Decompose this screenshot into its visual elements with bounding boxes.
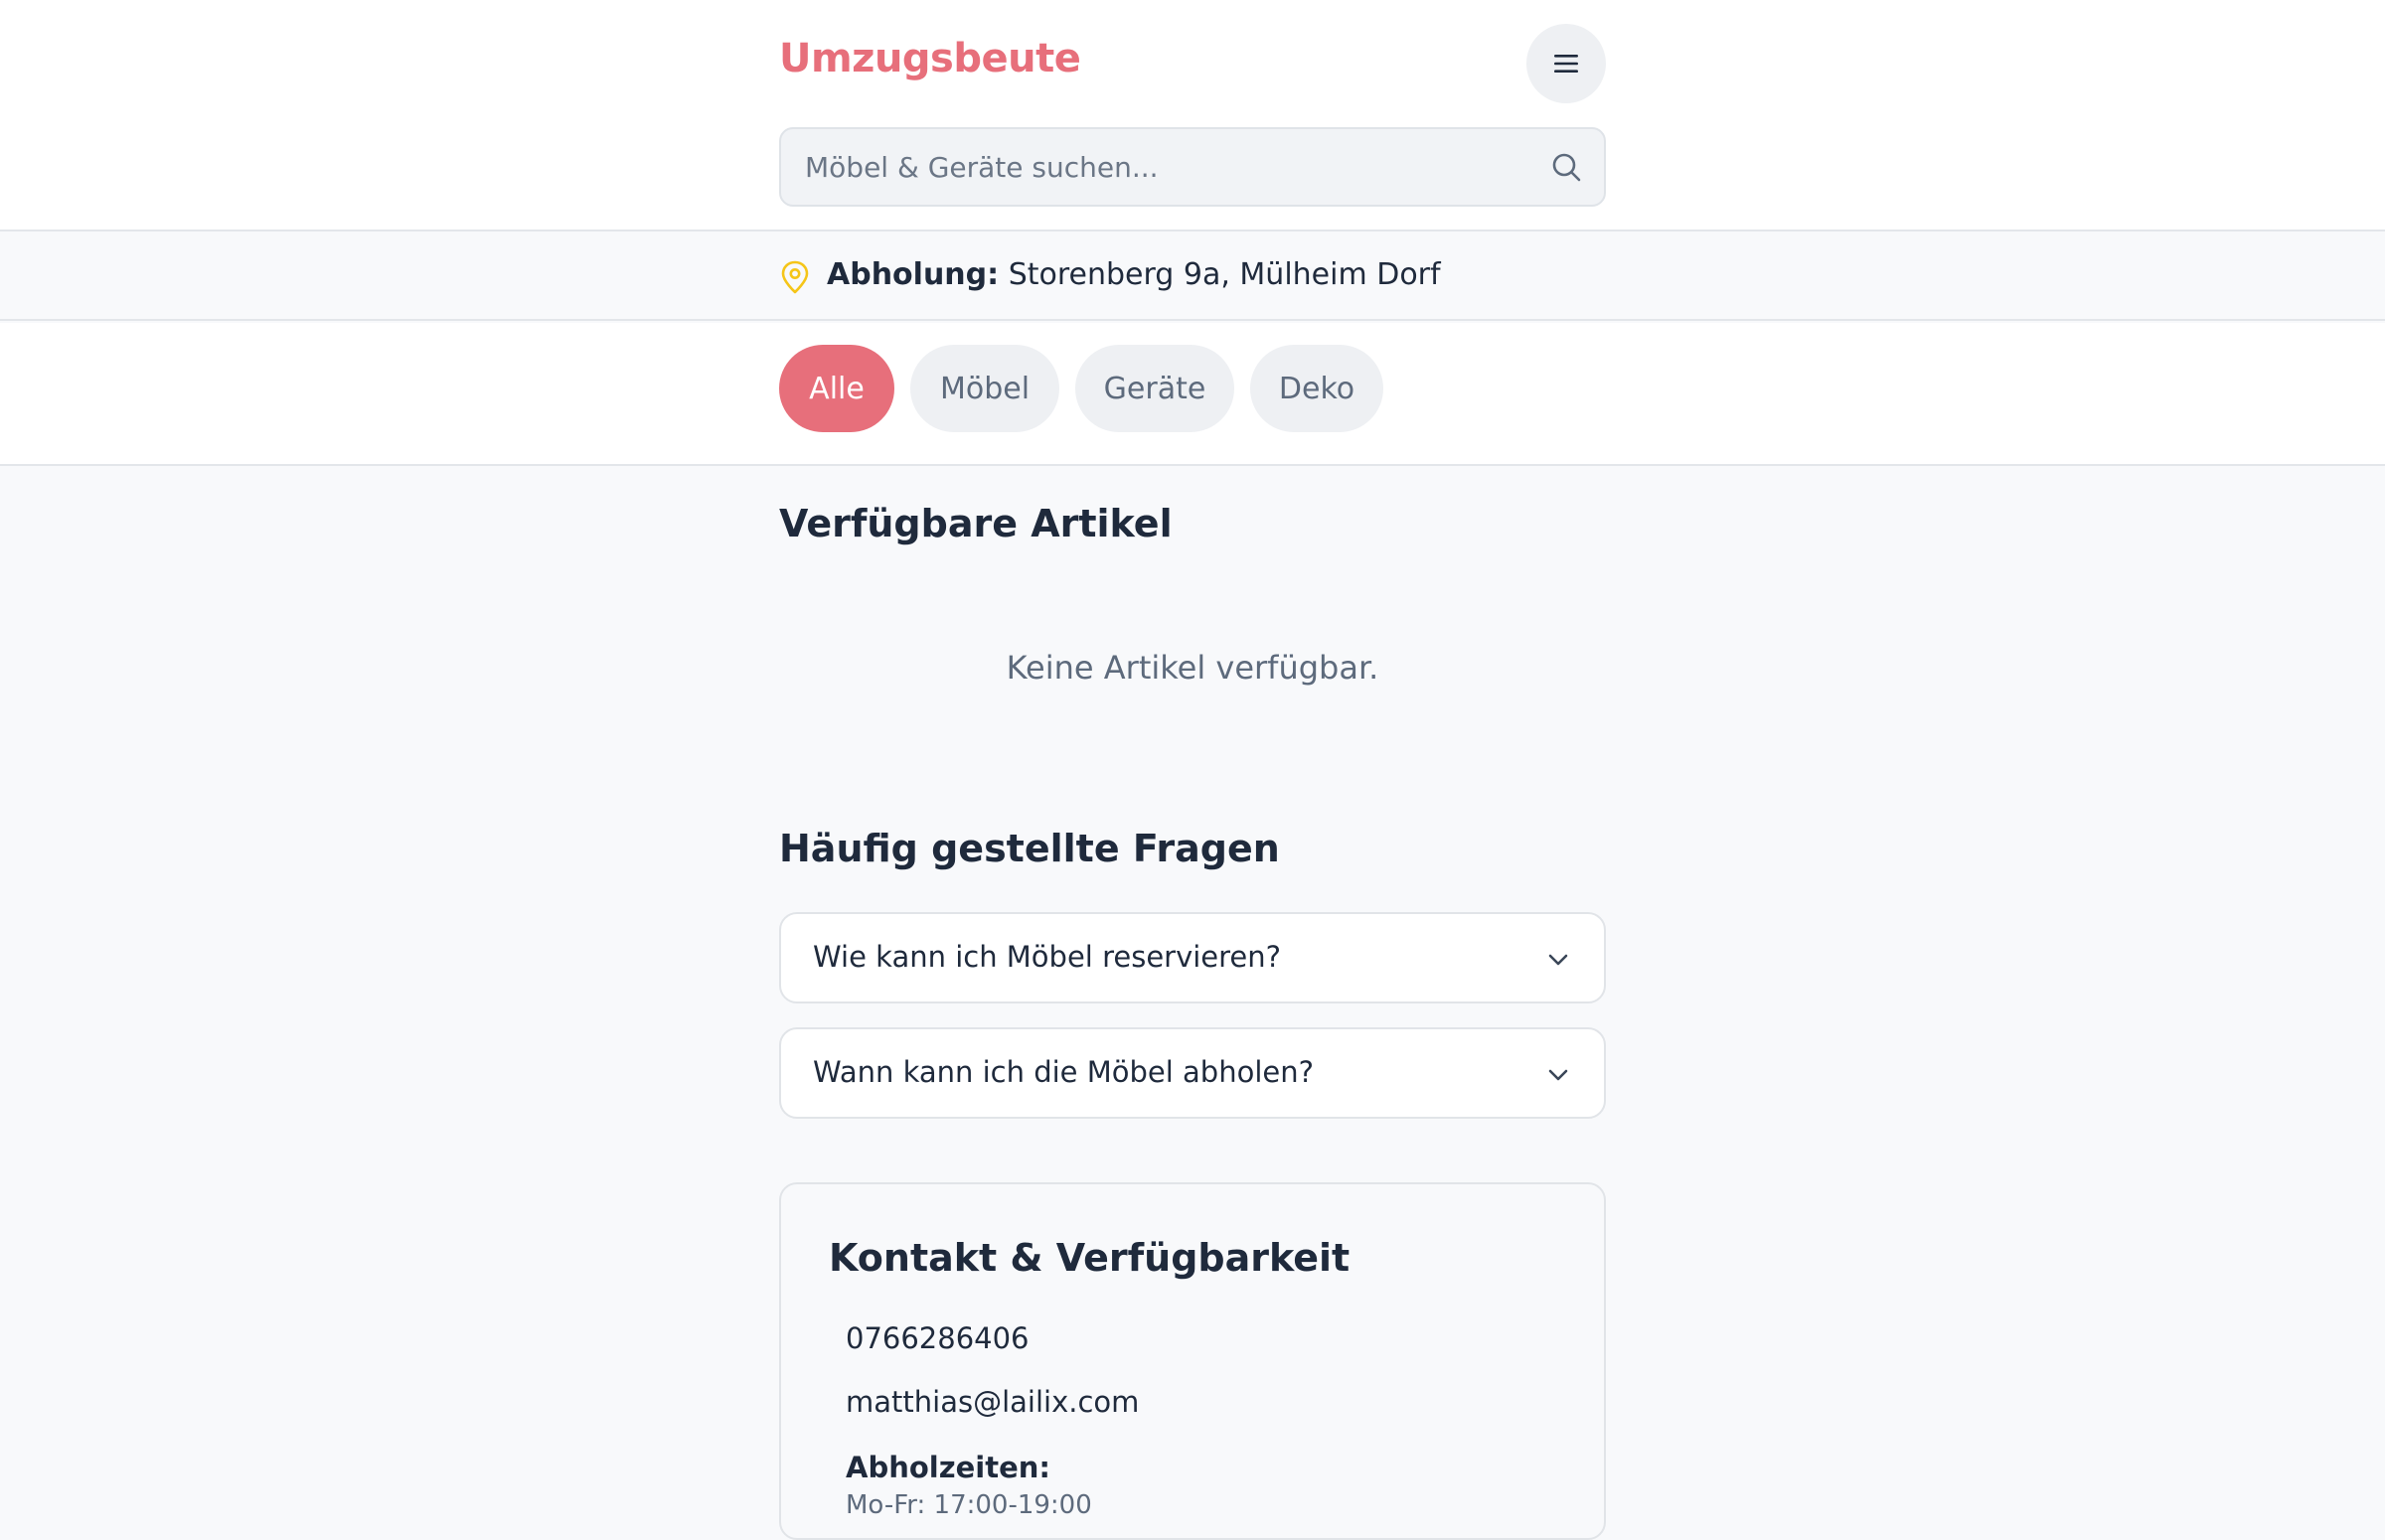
menu-icon xyxy=(1554,55,1578,73)
faq-item[interactable]: Wann kann ich die Möbel abholen? xyxy=(779,1027,1606,1119)
pickup-hours: Mo-Fr: 17:00-19:00 xyxy=(846,1490,1092,1520)
faq-title: Häufig gestellte Fragen xyxy=(779,827,1280,870)
faq-item[interactable]: Wie kann ich Möbel reservieren? xyxy=(779,912,1606,1003)
chevron-down-icon xyxy=(1548,1069,1568,1081)
category-filter-bar: Alle Möbel Geräte Deko xyxy=(0,323,2385,466)
filter-chip-moebel[interactable]: Möbel xyxy=(910,345,1059,432)
empty-state-text: Keine Artikel verfügbar. xyxy=(1006,649,1379,687)
pickup-hours-label: Abholzeiten: xyxy=(846,1451,1050,1484)
contact-phone[interactable]: 0766286406 xyxy=(846,1321,1030,1355)
location-pin-icon xyxy=(781,260,809,294)
pickup-bar: Abholung: Storenberg 9a, Mülheim Dorf xyxy=(0,233,2385,321)
contact-title: Kontakt & Verfügbarkeit xyxy=(829,1236,1351,1280)
filter-chip-deko[interactable]: Deko xyxy=(1250,345,1383,432)
search-input[interactable] xyxy=(805,129,1520,205)
header: Umzugsbeute xyxy=(0,0,2385,231)
faq-question: Wann kann ich die Möbel abholen? xyxy=(813,1055,1314,1089)
filter-chip-alle[interactable]: Alle xyxy=(779,345,894,432)
contact-email[interactable]: matthias@lailix.com xyxy=(846,1385,1139,1419)
items-section-title: Verfügbare Artikel xyxy=(779,502,1173,545)
pickup-address-text: Storenberg 9a, Mülheim Dorf xyxy=(1008,257,1441,292)
search-box xyxy=(779,127,1606,207)
search-icon[interactable] xyxy=(1548,149,1584,185)
contact-card: Kontakt & Verfügbarkeit 0766286406 matth… xyxy=(779,1182,1606,1540)
pickup-address: Abholung: Storenberg 9a, Mülheim Dorf xyxy=(827,257,1441,292)
menu-button[interactable] xyxy=(1526,24,1606,103)
filter-chip-geraete[interactable]: Geräte xyxy=(1075,345,1234,432)
pickup-label: Abholung: xyxy=(827,257,1000,292)
faq-question: Wie kann ich Möbel reservieren? xyxy=(813,940,1282,974)
chevron-down-icon xyxy=(1548,954,1568,966)
logo[interactable]: Umzugsbeute xyxy=(779,36,1081,81)
